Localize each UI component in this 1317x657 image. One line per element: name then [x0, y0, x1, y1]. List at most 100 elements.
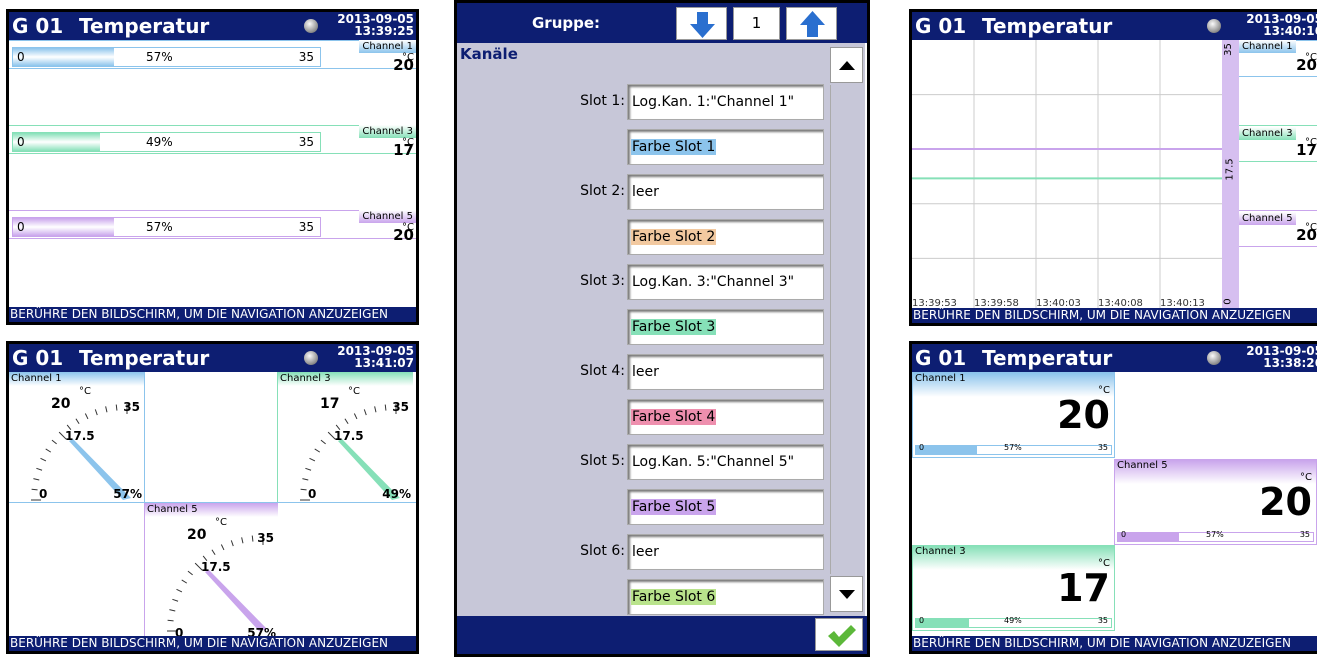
bar-min: 0 [17, 50, 25, 64]
gauge-tick [115, 404, 118, 411]
group-number-field[interactable]: 1 [733, 7, 780, 40]
slot-channel-field[interactable]: Log.Kan. 5:"Channel 5" [627, 444, 824, 480]
slot-color-field[interactable]: Farbe Slot 1 [627, 129, 824, 165]
bar-graph: 0 57% 35 [12, 217, 321, 237]
scroll-up-button[interactable] [830, 47, 863, 83]
bar-min: 0 [919, 616, 925, 625]
digital-cell[interactable]: Channel 5 °C 20 0 57% 35 [1114, 459, 1317, 545]
channel-value-box[interactable]: Channel 1 °C 20 [1239, 40, 1317, 125]
navigation-hint[interactable]: BERÜHRE DEN BILDSCHIRM, UM DIE NAVIGATIO… [9, 636, 416, 651]
slot-channel-field[interactable]: leer [627, 354, 824, 390]
channel-slot-list[interactable]: Kanäle Slot 1: Log.Kan. 1:"Channel 1" Farb… [457, 43, 829, 616]
gauge-max: 35 [257, 531, 274, 545]
digital-cell[interactable]: Channel 1 °C 20 0 57% 35 [912, 372, 1115, 458]
bar-percent: 57% [146, 50, 173, 64]
scrollbar[interactable] [829, 43, 865, 616]
gauge-tick [230, 540, 234, 547]
bar-min: 0 [919, 443, 925, 452]
bar-max: 35 [1097, 616, 1108, 625]
bar-fill [13, 218, 115, 236]
gauge-value: 20 [187, 527, 207, 543]
channel-tag: Channel 5 [1239, 212, 1296, 225]
bar-max: 35 [298, 50, 314, 64]
slot-color-label: Farbe Slot 2 [631, 229, 717, 245]
slot-channel-field[interactable]: leer [627, 174, 824, 210]
digital-cell[interactable]: Channel 3 °C 17 0 49% 35 [912, 545, 1115, 631]
channel-row[interactable]: Channel 5 0 57% 35 °C 20 [9, 210, 416, 295]
datetime: 2013-09-05 13:41:07 [337, 344, 414, 370]
gauge-tick [40, 457, 47, 462]
gauge-view-screen[interactable]: G 01 Temperatur 2013-09-05 13:41:07 Chann… [6, 341, 419, 654]
slot-color-field[interactable]: Farbe Slot 2 [627, 219, 824, 255]
gauge-tick [36, 467, 43, 471]
gauge-cell[interactable]: Channel 3 °C 17 35 17.5 0 49% [277, 372, 413, 503]
slot-label: Slot 1: [580, 93, 625, 109]
slot-color-label: Farbe Slot 5 [631, 499, 717, 515]
slot-color-field[interactable]: Farbe Slot 6 [627, 579, 824, 615]
trend-view-screen[interactable]: G 01 Temperatur 2013-09-0513:40:16 35 17… [909, 9, 1317, 326]
bar-fill [13, 48, 115, 66]
confirm-button[interactable] [815, 618, 863, 651]
slot-channel-value: Log.Kan. 1:"Channel 1" [632, 94, 795, 110]
datetime: 2013-09-05 13:39:25 [337, 12, 414, 38]
gauge-percent: 49% [382, 487, 411, 501]
channel-value: 17 [1296, 141, 1317, 159]
datetime: 2013-09-0513:40:16 [1246, 12, 1317, 38]
channel-row[interactable]: Channel 3 0 49% 35 °C 17 [9, 125, 416, 210]
gauge-tick [251, 535, 254, 542]
slot-color-field[interactable]: Farbe Slot 5 [627, 489, 824, 525]
channel-row[interactable]: Channel 1 0 57% 35 °C 20 [9, 40, 416, 125]
scroll-down-button[interactable] [830, 576, 863, 612]
bar-graph: 0 49% 35 [12, 132, 321, 152]
gauge-percent: 57% [113, 487, 142, 501]
navigation-hint[interactable]: BERÜHRE DEN BILDSCHIRM, UM DIE NAVIGATIO… [912, 308, 1317, 323]
trend-chart[interactable] [912, 40, 1222, 313]
section-title: Kanäle [460, 45, 518, 63]
channel-value: 17 [393, 141, 414, 159]
gauge-tick [241, 537, 244, 544]
digital-view-screen[interactable]: G 01 Temperatur 2013-09-0513:38:26 Chann… [909, 341, 1317, 654]
status-led-icon [304, 19, 318, 33]
scale-top: 35 [1222, 43, 1234, 56]
gauge-mid: 17.5 [334, 429, 364, 443]
channel-value-box[interactable]: Channel 5 °C 20 [1239, 210, 1317, 295]
slot-channel-field[interactable]: leer [627, 534, 824, 570]
group-up-button[interactable] [786, 7, 837, 40]
scroll-track[interactable] [830, 85, 863, 574]
gauge-tick [33, 478, 40, 481]
group-title: Temperatur [79, 346, 210, 370]
channel-value: 20 [1296, 56, 1317, 74]
slot-channel-value: leer [632, 184, 659, 200]
gauge-tick [172, 598, 179, 602]
gauge-cell[interactable]: Channel 1 °C 20 35 17.5 0 57% [9, 372, 145, 503]
gauge-tick [320, 439, 326, 445]
slot-channel-field[interactable]: Log.Kan. 3:"Channel 3" [627, 264, 824, 300]
gauge-tick [353, 413, 358, 420]
scale-mid: 17.5 [1224, 158, 1236, 181]
bar-view-screen[interactable]: G 01 Temperatur 2013-09-05 13:39:25 Chann… [6, 9, 419, 325]
row-divider [1239, 246, 1317, 247]
bar-percent: 57% [146, 220, 173, 234]
gauge-tick [75, 418, 80, 425]
navigation-hint[interactable]: BERÜHRE DEN BILDSCHIRM, UM DIE NAVIGATIO… [912, 636, 1317, 651]
screen-header: G 01 Temperatur 2013-09-0513:38:26 [912, 344, 1317, 372]
group-config-screen[interactable]: Gruppe: 1 Kanäle Slot 1: Log.Kan. 1:"Chan… [454, 0, 870, 657]
group-title: Temperatur [982, 346, 1113, 370]
gauge-tick [84, 413, 89, 420]
group-id: G 01 [12, 346, 64, 370]
status-led-icon [1207, 19, 1221, 33]
slot-channel-field[interactable]: Log.Kan. 1:"Channel 1" [627, 84, 824, 120]
slot-color-label: Farbe Slot 1 [631, 139, 717, 155]
group-id: G 01 [915, 346, 967, 370]
gauge-min: 0 [39, 487, 48, 501]
slot-color-field[interactable]: Farbe Slot 4 [627, 399, 824, 435]
bar-graph: 0 57% 35 [12, 47, 321, 67]
gauge-tick [176, 588, 183, 593]
slot-color-field[interactable]: Farbe Slot 3 [627, 309, 824, 345]
group-down-button[interactable] [676, 7, 727, 40]
channel-value-box[interactable]: Channel 3 °C 17 [1239, 125, 1317, 210]
gauge-cell[interactable]: Channel 5 °C 20 35 17.5 0 57% [144, 503, 278, 642]
navigation-hint[interactable]: BERÜHRE DEN BILDSCHIRM, UM DIE NAVIGATIO… [9, 307, 416, 322]
slot-color-label: Farbe Slot 6 [631, 589, 717, 605]
gauge-tick [211, 549, 216, 556]
